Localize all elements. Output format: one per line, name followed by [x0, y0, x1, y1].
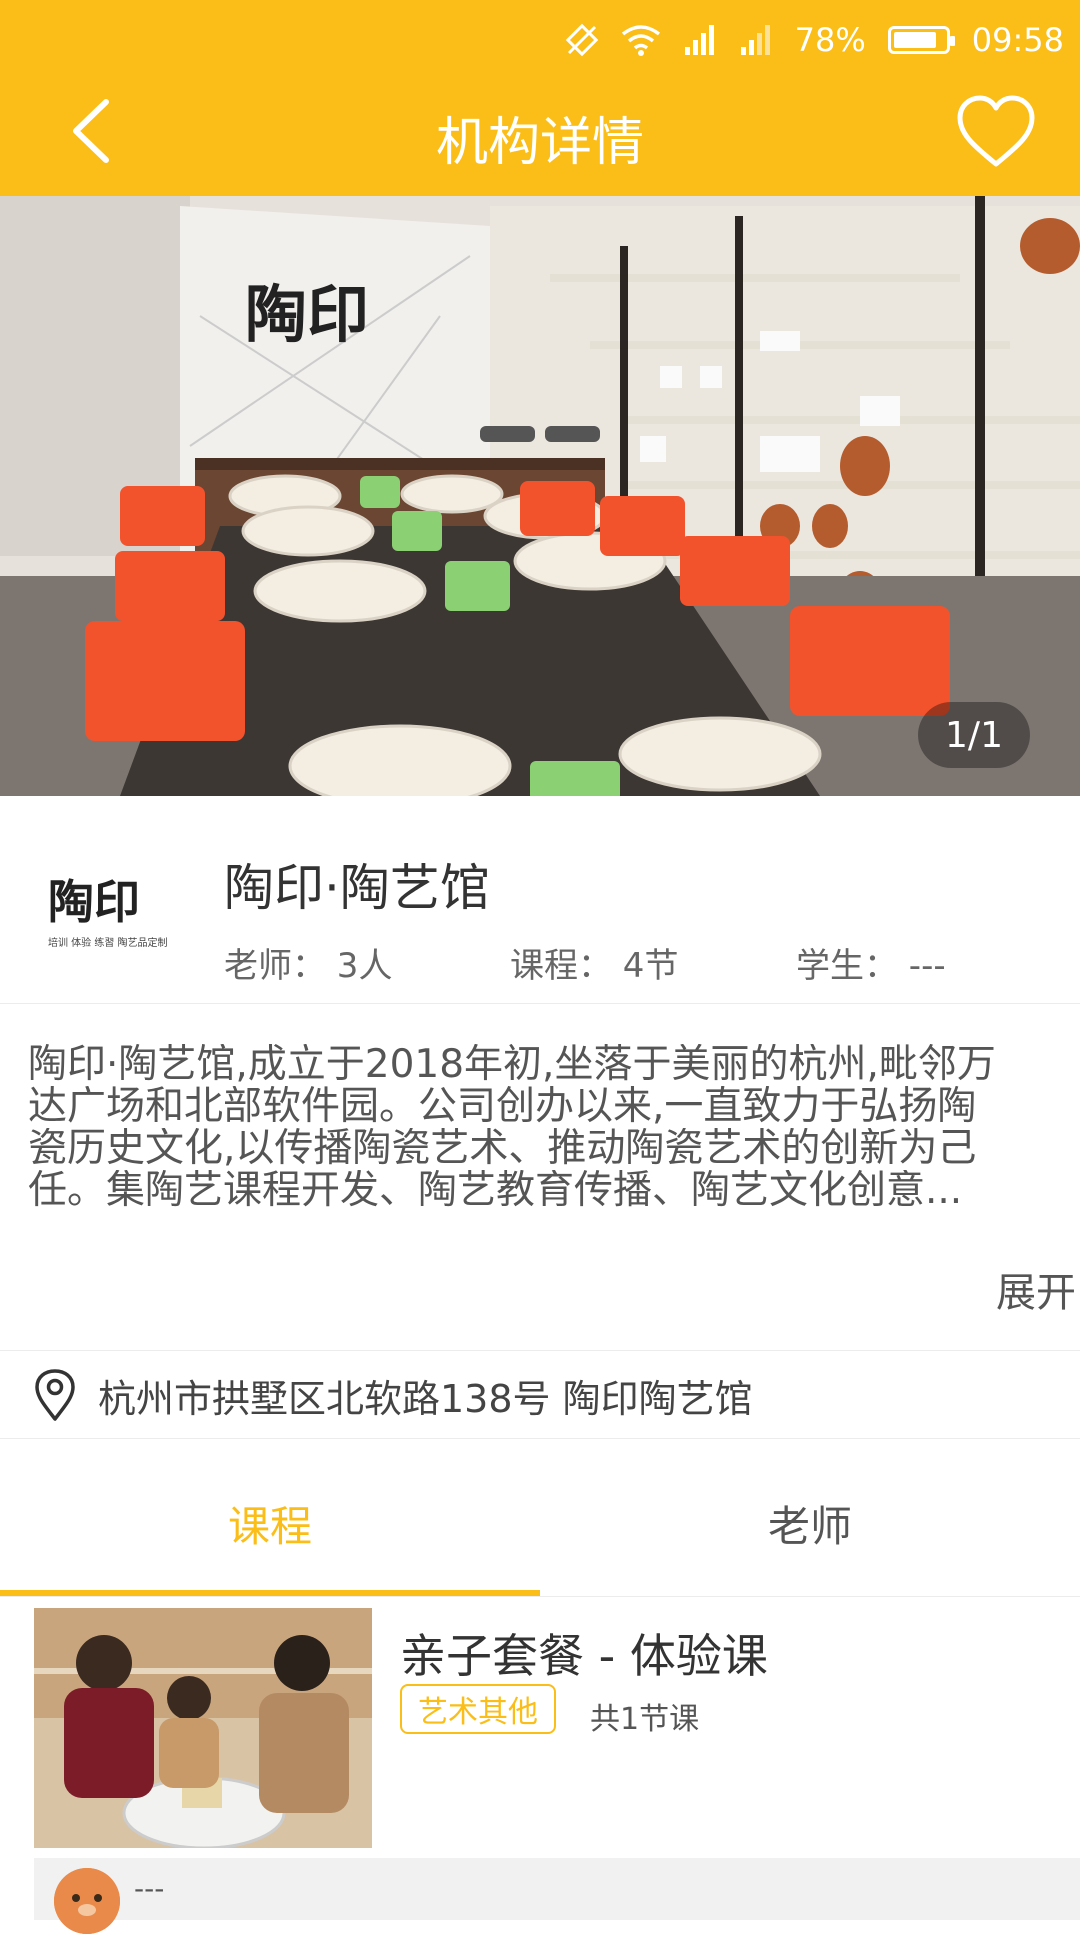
teacher-count: 老师： 3人 — [224, 946, 393, 986]
course-count: 课程： 4节 — [510, 946, 679, 986]
divider — [0, 1596, 1080, 1597]
page-title: 机构详情 — [435, 113, 644, 173]
hero-image[interactable]: 陶印 1/1 — [0, 196, 1080, 796]
teacher-name: --- — [134, 1872, 165, 1905]
rotation-icon — [565, 23, 598, 57]
divider — [0, 1438, 1080, 1439]
status-bar: 78% 09:58 — [565, 18, 1064, 62]
signal-icon-2 — [740, 25, 770, 55]
tab-courses[interactable]: 课程 — [0, 1450, 540, 1596]
avatar — [54, 1868, 120, 1934]
course-tag-badge: 艺术其他 — [400, 1684, 556, 1734]
logo-caption: 培训 体验 练習 陶艺品定制 — [48, 936, 168, 949]
address-row[interactable]: 杭州市拱墅区北软路138号 陶印陶艺馆 — [0, 1352, 1080, 1438]
battery-icon — [887, 26, 955, 54]
org-logo: 陶印 培训 体验 练習 陶艺品定制 — [48, 875, 168, 949]
tab-bar: 课程 老师 — [0, 1450, 1080, 1596]
clock: 09:58 — [971, 21, 1064, 59]
signal-icon — [684, 25, 714, 55]
course-name: 亲子套餐 - 体验课 — [400, 1629, 768, 1683]
logo-text: 陶印 — [48, 875, 140, 929]
wall-sign-text: 陶印 — [245, 278, 369, 351]
expand-button[interactable]: 展开 — [996, 1260, 1076, 1318]
address-text: 杭州市拱墅区北软路138号 陶印陶艺馆 — [98, 1376, 753, 1421]
divider — [0, 1350, 1080, 1351]
org-name: 陶印·陶艺馆 — [224, 859, 490, 917]
location-pin-icon — [35, 1369, 75, 1421]
description-line: 瓷历史文化,以传播陶瓷艺术、推动陶瓷艺术的创新为己 — [28, 1128, 977, 1170]
student-count: 学生： --- — [796, 946, 946, 986]
org-stats: 老师： 3人 课程： 4节 学生： --- — [224, 938, 1080, 987]
studio-photo: 陶印 — [0, 196, 1080, 796]
image-counter: 1/1 — [918, 702, 1030, 768]
org-info: 陶印 培训 体验 练習 陶艺品定制 陶印·陶艺馆 老师： 3人 课程： 4节 学… — [0, 796, 1080, 1004]
favorite-heart-icon[interactable] — [956, 94, 1036, 170]
description-line: 达广场和北部软件园。公司创办以来,一直致力于弘扬陶 — [28, 1086, 977, 1128]
description-line: 任。集陶艺课程开发、陶艺教育传播、陶艺文化创意... — [28, 1170, 963, 1212]
top-bar: 78% 09:58 机构详情 — [0, 0, 1080, 196]
lesson-count: 共1节课 — [590, 1702, 700, 1737]
course-card[interactable]: 亲子套餐 - 体验课 艺术其他 共1节课 — [34, 1608, 1080, 1848]
teacher-row[interactable]: --- — [34, 1858, 1080, 1934]
org-description: 陶印·陶艺馆,成立于2018年初,坐落于美丽的杭州,毗邻万 达广场和北部软件园。… — [28, 1044, 1058, 1212]
description-line: 陶印·陶艺馆,成立于2018年初,坐落于美丽的杭州,毗邻万 — [28, 1044, 996, 1086]
course-thumbnail — [34, 1608, 372, 1848]
wifi-icon — [621, 25, 660, 56]
battery-percent: 78% — [794, 21, 866, 59]
tab-teachers[interactable]: 老师 — [540, 1450, 1080, 1596]
